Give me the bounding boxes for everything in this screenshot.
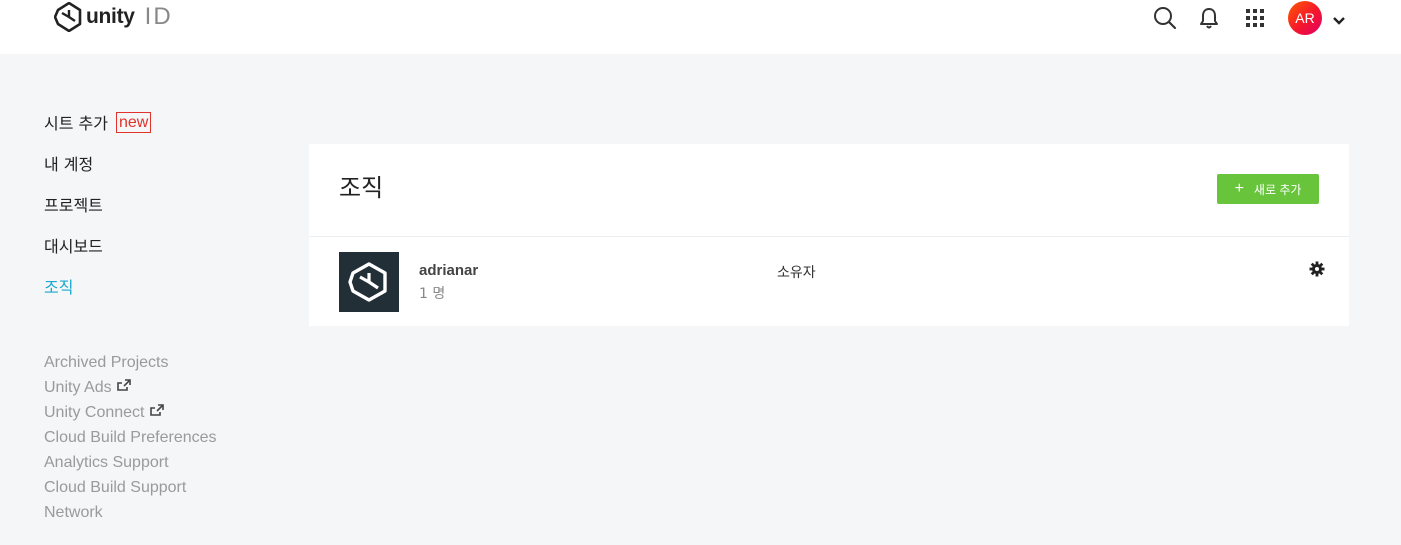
sidebar-item-label: 내 계정: [44, 155, 94, 174]
sidebar-item-dashboard[interactable]: 대시보드: [44, 235, 151, 276]
add-new-button[interactable]: + 새로 추가: [1217, 174, 1319, 204]
sidebar-item-label: 대시보드: [44, 237, 103, 256]
panel-header: 조직 + 새로 추가: [309, 144, 1349, 237]
link-cloud-build-support[interactable]: Cloud Build Support: [44, 475, 217, 500]
link-label: Unity Ads: [44, 378, 112, 396]
link-label: Cloud Build Preferences: [44, 428, 217, 446]
add-new-label: 새로 추가: [1253, 182, 1302, 197]
sidebar-nav: 시트 추가 new 내 계정 프로젝트 대시보드 조직: [44, 112, 152, 317]
link-label: Cloud Build Support: [44, 478, 187, 496]
unity-cube-icon: [54, 2, 82, 32]
link-unity-ads[interactable]: Unity Ads: [44, 375, 217, 400]
sidebar-item-label: 조직: [44, 278, 74, 297]
page-title: 조직: [339, 174, 384, 202]
unity-id-logo[interactable]: unity ID: [54, 2, 173, 32]
member-count: 1 명: [419, 286, 446, 302]
apps-grid-icon[interactable]: [1243, 6, 1267, 30]
new-badge: new: [115, 112, 152, 133]
external-link-icon: [116, 377, 132, 399]
plus-icon: +: [1234, 180, 1244, 197]
link-archived-projects[interactable]: Archived Projects: [44, 350, 217, 375]
sidebar-item-label: 프로젝트: [44, 196, 103, 215]
link-cloud-build-preferences[interactable]: Cloud Build Preferences: [44, 425, 217, 450]
external-link-icon: [149, 402, 165, 424]
user-avatar[interactable]: AR: [1288, 1, 1322, 35]
link-label: Archived Projects: [44, 353, 169, 371]
link-analytics-support[interactable]: Analytics Support: [44, 450, 217, 475]
sidebar-links: Archived Projects Unity Ads Unity Connec…: [44, 350, 217, 525]
organizations-panel: 조직 + 새로 추가 adrianar 1 명 소유자: [309, 144, 1349, 326]
search-icon[interactable]: [1153, 6, 1177, 30]
sidebar-item-organizations[interactable]: 조직: [44, 276, 151, 317]
logo-id-suffix: ID: [144, 3, 173, 30]
link-network[interactable]: Network: [44, 500, 217, 525]
organization-role: 소유자: [777, 265, 816, 281]
logo-wordmark: unity: [86, 5, 135, 28]
top-bar: unity ID AR: [0, 0, 1401, 54]
organization-name[interactable]: adrianar: [419, 262, 478, 279]
sidebar-item-my-account[interactable]: 내 계정: [44, 153, 151, 194]
organization-row[interactable]: adrianar 1 명 소유자: [309, 238, 1349, 326]
link-label: Network: [44, 503, 103, 521]
gear-icon[interactable]: [1309, 261, 1325, 277]
chevron-down-icon[interactable]: [1332, 12, 1346, 25]
link-unity-connect[interactable]: Unity Connect: [44, 400, 217, 425]
unity-logo-icon: [339, 252, 399, 312]
sidebar-item-add-seat[interactable]: 시트 추가 new: [44, 112, 152, 153]
sidebar-item-label: 시트 추가: [44, 114, 108, 133]
link-label: Analytics Support: [44, 453, 169, 471]
sidebar-item-projects[interactable]: 프로젝트: [44, 194, 151, 235]
link-label: Unity Connect: [44, 403, 145, 421]
notification-bell-icon[interactable]: [1197, 6, 1221, 30]
